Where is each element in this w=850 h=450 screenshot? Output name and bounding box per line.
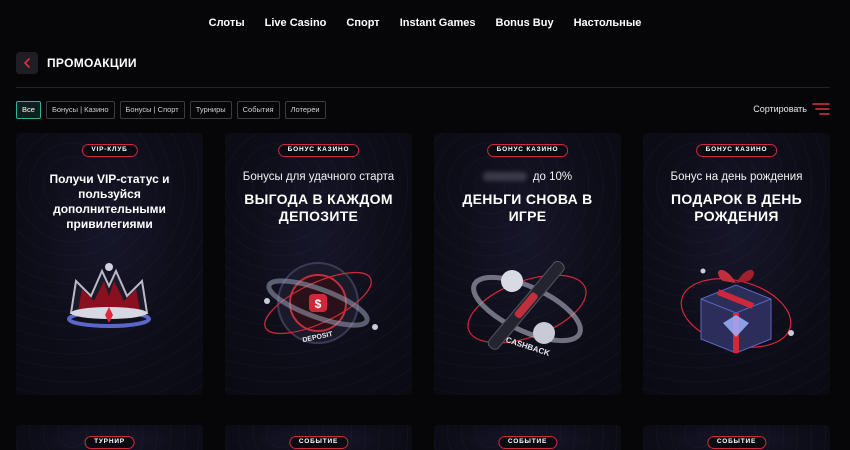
promo-card-event[interactable]: СОБЫТИЕ [225, 425, 412, 450]
blurred-text [482, 172, 527, 182]
sort-button[interactable]: Сортировать [753, 102, 830, 116]
card-title: ВЫГОДА В КАЖДОМ ДЕПОЗИТЕ [244, 191, 393, 224]
promo-card-deposit[interactable]: БОНУС КАЗИНО Бонусы для удачного старта … [225, 133, 412, 395]
sort-label: Сортировать [753, 104, 807, 114]
card-subtitle: Бонусы для удачного старта [242, 171, 395, 183]
filter-casino-bonuses[interactable]: Бонусы | Казино [45, 101, 115, 119]
promo-card-event[interactable]: СОБЫТИЕ [643, 425, 830, 450]
nav-item-sport[interactable]: Спорт [346, 17, 379, 29]
card-badge: ТУРНИР [84, 436, 135, 449]
cashback-image: CASHBACK [467, 260, 587, 358]
promo-card-birthday[interactable]: БОНУС КАЗИНО Бонус на день рождения ПОДА… [643, 133, 830, 395]
nav-item-instant-games[interactable]: Instant Games [400, 17, 476, 29]
card-title: ДЕНЬГИ СНОВА В ИГРЕ [462, 191, 593, 224]
gift-box-image [680, 268, 794, 354]
filter-lotteries[interactable]: Лотереи [284, 101, 326, 119]
card-badge: СОБЫТИЕ [497, 436, 558, 449]
page-header: ПРОМОАКЦИИ [16, 52, 830, 88]
filter-bar: Все Бонусы | Казино Бонусы | Спорт Турни… [16, 101, 326, 119]
card-subtitle: Бонус на день рождения [670, 171, 803, 183]
card-badge: VIP-КЛУБ [81, 144, 138, 157]
card-badge: СОБЫТИЕ [706, 436, 767, 449]
card-title: Получи VIP-статус и пользуйся дополнител… [49, 172, 170, 231]
card-badge: БОНУС КАЗИНО [486, 144, 569, 157]
svg-text:$: $ [315, 297, 322, 311]
filter-tournaments[interactable]: Турниры [189, 101, 232, 119]
card-title: ПОДАРОК В ДЕНЬ РОЖДЕНИЯ [670, 191, 802, 224]
nav-item-live-casino[interactable]: Live Casino [265, 17, 327, 29]
card-subtitle-wrap: до 10% [434, 171, 621, 183]
promo-card-vip[interactable]: VIP-КЛУБ Получи VIP-статус и пользуйся д… [16, 133, 203, 395]
sort-icon [812, 103, 830, 115]
card-subtitle: до 10% [532, 171, 573, 183]
nav-item-slots[interactable]: Слоты [209, 17, 245, 29]
nav-item-bonus-buy[interactable]: Bonus Buy [496, 17, 554, 29]
top-nav: Слоты Live Casino Спорт Instant Games Bo… [0, 0, 850, 46]
nav-item-table-games[interactable]: Настольные [574, 17, 642, 29]
deposit-orb-image: $ DEPOSIT [264, 262, 378, 344]
filter-events[interactable]: События [236, 101, 280, 119]
back-button[interactable] [16, 52, 38, 74]
filter-all[interactable]: Все [16, 101, 41, 119]
card-badge: БОНУС КАЗИНО [277, 144, 360, 157]
filter-sport-bonuses[interactable]: Бонусы | Спорт [119, 101, 185, 119]
promo-card-tournament[interactable]: ТУРНИР [16, 425, 203, 450]
card-badge: БОНУС КАЗИНО [695, 144, 778, 157]
promo-card-event[interactable]: СОБЫТИЕ [434, 425, 621, 450]
card-badge: СОБЫТИЕ [288, 436, 349, 449]
promo-card-cashback[interactable]: БОНУС КАЗИНО до 10% ДЕНЬГИ СНОВА В ИГРЕ … [434, 133, 621, 395]
crown-image [67, 263, 151, 328]
page-title: ПРОМОАКЦИИ [47, 56, 137, 70]
chevron-left-icon [23, 58, 30, 68]
